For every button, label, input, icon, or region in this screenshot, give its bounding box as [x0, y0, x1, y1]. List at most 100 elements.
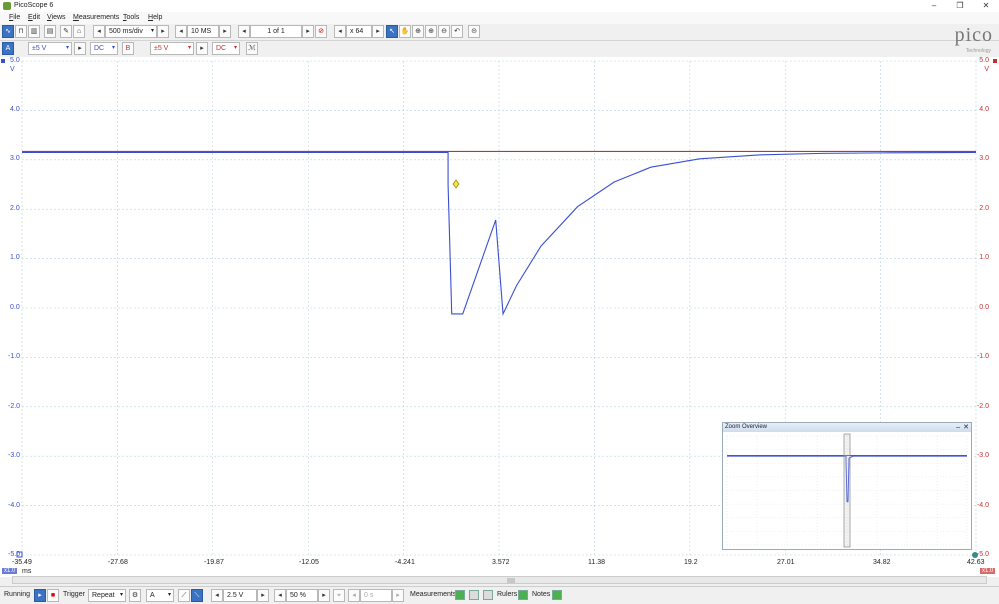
main-toolbar: ∿ ⊓ ▥ ▤ ✎ ⌂ ◂ 500 ms/div ▾ ▸ ◂ 10 MS ▸ ◂ … [0, 24, 999, 41]
horizontal-scrollbar[interactable] [12, 576, 987, 584]
timebase-next-icon[interactable]: ▸ [157, 25, 169, 38]
notes-icon[interactable] [552, 590, 562, 600]
menu-tools[interactable]: Tools [123, 14, 139, 21]
pointer-tool-icon[interactable]: ↖ [386, 25, 398, 38]
timebase-select[interactable]: 500 ms/div ▾ [105, 25, 157, 38]
delay-next-icon[interactable]: ▸ [392, 589, 404, 602]
y-tick-left: -1.0 [8, 353, 21, 360]
x-tick: -27.68 [108, 559, 128, 566]
menu-file[interactable]: File [9, 14, 20, 21]
samples-next-icon[interactable]: ▸ [219, 25, 231, 38]
zoom-overview-header: Zoom Overview – ✕ [723, 423, 971, 432]
menu-views[interactable]: Views [47, 14, 66, 21]
chevron-down-icon: ▾ [167, 592, 171, 598]
scale-left-badge[interactable]: x1.0 [2, 568, 18, 574]
pretrigger-prev-icon[interactable]: ◂ [274, 589, 286, 602]
hand-tool-icon[interactable]: ✋ [399, 25, 411, 38]
channel-a-coupling[interactable]: DC ▾ [90, 42, 118, 55]
buffer-field[interactable]: 1 of 1 [250, 25, 302, 38]
menu-edit[interactable]: Edit [28, 14, 40, 21]
channel-b-options-icon[interactable]: ▸ [196, 42, 208, 55]
threshold-next-icon[interactable]: ▸ [257, 589, 269, 602]
persistence-mode-icon[interactable]: ⊓ [15, 25, 27, 38]
y-tick-right: -3.0 [976, 452, 989, 459]
zoom-tool-icon[interactable]: ⊕ [412, 25, 424, 38]
window-title: PicoScope 6 [14, 2, 54, 9]
status-bar: Running ▸ ■ Trigger Repeat ▾ ⚙ A ▾ ⟋ ⟍ ◂ 2… [0, 586, 999, 603]
delete-measurement-icon[interactable] [483, 590, 493, 600]
zoom-factor-field[interactable]: x 64 [346, 25, 372, 38]
trigger-marker-icon[interactable] [452, 179, 460, 189]
add-measurement-icon[interactable] [455, 590, 465, 600]
channel-a-button[interactable]: A [2, 42, 14, 55]
home-icon[interactable]: ⌂ [73, 25, 85, 38]
x-tick: 19.2 [684, 559, 698, 566]
stop-icon[interactable]: ■ [47, 589, 59, 602]
channel-b-range[interactable]: ±5 V ▾ [150, 42, 194, 55]
x-unit: ms [22, 568, 32, 575]
zoom-overview-title: Zoom Overview [725, 424, 768, 430]
channels-icon[interactable]: ▤ [44, 25, 56, 38]
chevron-down-icon: ▾ [65, 45, 69, 51]
trigger-threshold-field[interactable]: 2.5 V [223, 589, 257, 602]
probe-icon[interactable]: ✎ [60, 25, 72, 38]
undo-zoom-icon[interactable]: ↶ [451, 25, 463, 38]
spectrum-mode-icon[interactable]: ▥ [28, 25, 40, 38]
zoom-next-icon[interactable]: ▸ [372, 25, 384, 38]
delay-field[interactable]: 0 s [360, 589, 392, 602]
minimize-button[interactable]: – [921, 0, 947, 12]
zoom-in-icon[interactable]: ⊕ [425, 25, 437, 38]
scrollbar-thumb[interactable] [507, 578, 515, 583]
samples-prev-icon[interactable]: ◂ [175, 25, 187, 38]
zoom-overview-panel[interactable]: Zoom Overview – ✕ [722, 422, 972, 550]
close-button[interactable]: ✕ [973, 0, 999, 12]
running-label: Running [4, 591, 31, 598]
x-tick: -4.241 [395, 559, 415, 566]
menu-help[interactable]: Help [148, 14, 162, 21]
zoom-overview-graph[interactable] [723, 432, 971, 549]
y-tick-left: 2.0 [10, 205, 20, 212]
zoom-prev-icon[interactable]: ◂ [334, 25, 346, 38]
y-tick-left: 0.0 [10, 304, 20, 311]
y-tick-left: -3.0 [8, 452, 21, 459]
zoom-out-icon[interactable]: ⊖ [438, 25, 450, 38]
scale-right-badge[interactable]: x1.0 [980, 568, 996, 574]
maximize-button[interactable]: ❐ [947, 0, 973, 12]
rulers-label: Rulers [497, 591, 518, 598]
y-tick-right: 4.0 [979, 106, 989, 113]
timebase-prev-icon[interactable]: ◂ [93, 25, 105, 38]
zoom-fit-icon[interactable]: ⊝ [468, 25, 480, 38]
trigger-source-select[interactable]: A ▾ [146, 589, 174, 602]
zoom-window-handle[interactable] [843, 433, 851, 548]
y-tick-left: 5.0 [10, 57, 20, 64]
buffer-navigator-icon[interactable]: ⊘ [315, 25, 327, 38]
samples-select[interactable]: 10 MS [187, 25, 219, 38]
close-icon[interactable]: ✕ [963, 423, 969, 432]
channel-a-range[interactable]: ±5 V ▾ [28, 42, 72, 55]
math-channels-icon[interactable]: ℳ [246, 42, 258, 55]
delay-prev-icon[interactable]: ◂ [348, 589, 360, 602]
delay-icon[interactable]: ⌖ [333, 589, 345, 602]
menu-measurements[interactable]: Measurements [73, 14, 119, 21]
notes-label: Notes [532, 591, 551, 598]
pretrigger-field[interactable]: 50 % [286, 589, 318, 602]
channel-b-coupling[interactable]: DC ▾ [212, 42, 240, 55]
pretrigger-next-icon[interactable]: ▸ [318, 589, 330, 602]
edit-measurement-icon[interactable] [469, 590, 479, 600]
rising-edge-icon[interactable]: ⟋ [178, 589, 190, 602]
trigger-settings-icon[interactable]: ⚙ [129, 589, 141, 602]
scope-mode-icon[interactable]: ∿ [2, 25, 14, 38]
play-icon[interactable]: ▸ [34, 589, 46, 602]
menu-bar: File Edit Views Measurements Tools Help [0, 12, 999, 24]
minimize-icon[interactable]: – [956, 423, 960, 432]
channel-a-options-icon[interactable]: ▸ [74, 42, 86, 55]
rulers-icon[interactable] [518, 590, 528, 600]
threshold-prev-icon[interactable]: ◂ [211, 589, 223, 602]
falling-edge-icon[interactable]: ⟍ [191, 589, 203, 602]
x-tick: 42.63 [967, 559, 985, 566]
buffer-prev-icon[interactable]: ◂ [238, 25, 250, 38]
channel-b-button[interactable]: B [122, 42, 134, 55]
app-icon [3, 2, 11, 10]
buffer-next-icon[interactable]: ▸ [302, 25, 314, 38]
trigger-mode-select[interactable]: Repeat ▾ [88, 589, 126, 602]
